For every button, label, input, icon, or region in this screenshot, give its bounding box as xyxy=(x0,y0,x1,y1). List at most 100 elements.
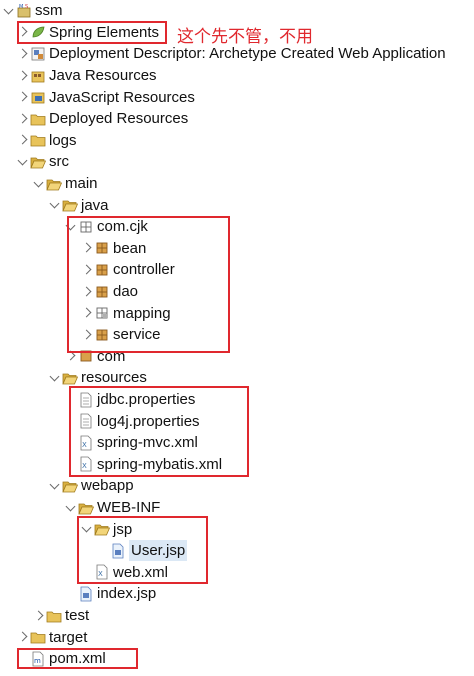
chevron-down-icon[interactable] xyxy=(16,155,30,169)
tree-item-ssm[interactable]: M S ssm xyxy=(0,0,474,22)
folder-open-icon xyxy=(46,176,62,192)
tree-label: mapping xyxy=(113,304,171,322)
tree-label: Deployed Resources xyxy=(49,110,189,128)
package-icon xyxy=(94,284,110,300)
tree-item-pom-xml[interactable]: m pom.xml xyxy=(0,648,474,670)
tree-label: target xyxy=(49,628,88,646)
package-icon xyxy=(94,262,110,278)
chevron-down-icon[interactable] xyxy=(64,220,78,234)
tree-label: webapp xyxy=(81,477,134,495)
xml-file-icon: X xyxy=(78,456,94,472)
svg-text:X: X xyxy=(98,570,103,578)
tree-item-javascript-resources[interactable]: JavaScript Resources xyxy=(0,86,474,108)
tree-item-log4j-properties[interactable]: log4j.properties xyxy=(0,410,474,432)
chevron-right-icon[interactable] xyxy=(16,47,30,61)
tree-item-resources[interactable]: resources xyxy=(0,367,474,389)
chevron-right-icon[interactable] xyxy=(32,609,46,623)
tree-item-jdbc-properties[interactable]: jdbc.properties xyxy=(0,389,474,411)
jsp-file-icon xyxy=(110,543,126,559)
chevron-right-icon[interactable] xyxy=(16,25,30,39)
chevron-down-icon[interactable] xyxy=(48,198,62,212)
tree-item-target[interactable]: target xyxy=(0,626,474,648)
tree-label: dao xyxy=(113,283,139,301)
javascript-resources-icon xyxy=(30,89,46,105)
chevron-down-icon[interactable] xyxy=(32,177,46,191)
maven-project-icon: M S xyxy=(16,3,32,19)
tree-item-bean[interactable]: bean xyxy=(0,238,474,260)
chevron-right-icon[interactable] xyxy=(80,285,94,299)
maven-pom-icon: m xyxy=(30,651,46,667)
tree-label: pom.xml xyxy=(49,650,106,668)
tree-label: service xyxy=(113,326,161,344)
tree-item-web-inf[interactable]: WEB-INF xyxy=(0,497,474,519)
tree-item-webapp[interactable]: webapp xyxy=(0,475,474,497)
tree-item-controller[interactable]: controller xyxy=(0,259,474,281)
tree-item-jsp[interactable]: jsp xyxy=(0,518,474,540)
chevron-right-icon[interactable] xyxy=(80,263,94,277)
tree-label: resources xyxy=(81,369,147,387)
jsp-file-icon xyxy=(78,586,94,602)
svg-text:X: X xyxy=(82,441,87,449)
folder-icon xyxy=(46,608,62,624)
chevron-right-icon[interactable] xyxy=(16,133,30,147)
chevron-down-icon[interactable] xyxy=(2,4,16,18)
tree-item-spring-mvc-xml[interactable]: X spring-mvc.xml xyxy=(0,432,474,454)
svg-text:X: X xyxy=(82,462,87,470)
tree-item-src[interactable]: src xyxy=(0,151,474,173)
tree-item-dao[interactable]: dao xyxy=(0,281,474,303)
chevron-right-icon[interactable] xyxy=(16,630,30,644)
tree-label: Java Resources xyxy=(49,67,157,85)
xml-file-icon: X xyxy=(78,435,94,451)
tree-label: User.jsp xyxy=(129,540,188,562)
tree-item-test[interactable]: test xyxy=(0,605,474,627)
tree-label: main xyxy=(65,175,98,193)
tree-item-service[interactable]: service xyxy=(0,324,474,346)
tree-label: jsp xyxy=(113,520,133,538)
tree-item-deployed-resources[interactable]: Deployed Resources xyxy=(0,108,474,130)
tree-label: logs xyxy=(49,131,77,149)
deployment-descriptor-icon xyxy=(30,46,46,62)
tree-item-main[interactable]: main xyxy=(0,173,474,195)
chevron-right-icon[interactable] xyxy=(64,349,78,363)
tree-item-web-xml[interactable]: X web.xml xyxy=(0,562,474,584)
folder-icon xyxy=(30,132,46,148)
tree-label: spring-mybatis.xml xyxy=(97,455,223,473)
package-icon xyxy=(94,327,110,343)
tree-item-java[interactable]: java xyxy=(0,194,474,216)
tree-label: com xyxy=(97,347,126,365)
folder-open-icon xyxy=(62,197,78,213)
tree-label: test xyxy=(65,607,90,625)
chevron-right-icon[interactable] xyxy=(80,328,94,342)
tree-label: spring-mvc.xml xyxy=(97,434,198,452)
tree-label: log4j.properties xyxy=(97,412,200,430)
tree-label: com.cjk xyxy=(97,218,148,236)
chevron-right-icon[interactable] xyxy=(80,241,94,255)
folder-open-icon xyxy=(30,154,46,170)
chevron-right-icon[interactable] xyxy=(80,306,94,320)
tree-item-mapping[interactable]: mapping xyxy=(0,302,474,324)
chevron-down-icon[interactable] xyxy=(64,501,78,515)
chevron-right-icon[interactable] xyxy=(16,90,30,104)
tree-item-index-jsp[interactable]: index.jsp xyxy=(0,583,474,605)
tree-item-com-cjk[interactable]: com.cjk xyxy=(0,216,474,238)
tree-label: WEB-INF xyxy=(97,499,161,517)
tree-item-java-resources[interactable]: Java Resources xyxy=(0,65,474,87)
folder-open-icon xyxy=(62,370,78,386)
tree-item-logs[interactable]: logs xyxy=(0,130,474,152)
annotation-note: 这个先不管，不用 xyxy=(177,27,313,47)
xml-file-icon: X xyxy=(94,564,110,580)
chevron-right-icon[interactable] xyxy=(16,112,30,126)
tree-item-user-jsp[interactable]: User.jsp xyxy=(0,540,474,562)
tree-label: ssm xyxy=(35,2,63,20)
chevron-down-icon[interactable] xyxy=(48,479,62,493)
tree-label: index.jsp xyxy=(97,585,157,603)
chevron-down-icon[interactable] xyxy=(80,522,94,536)
folder-open-icon xyxy=(94,521,110,537)
chevron-right-icon[interactable] xyxy=(16,69,30,83)
tree-item-spring-mybatis-xml[interactable]: X spring-mybatis.xml xyxy=(0,454,474,476)
properties-file-icon xyxy=(78,413,94,429)
svg-text:m: m xyxy=(34,657,41,665)
tree-item-com[interactable]: com xyxy=(0,346,474,368)
java-resources-icon xyxy=(30,68,46,84)
chevron-down-icon[interactable] xyxy=(48,371,62,385)
